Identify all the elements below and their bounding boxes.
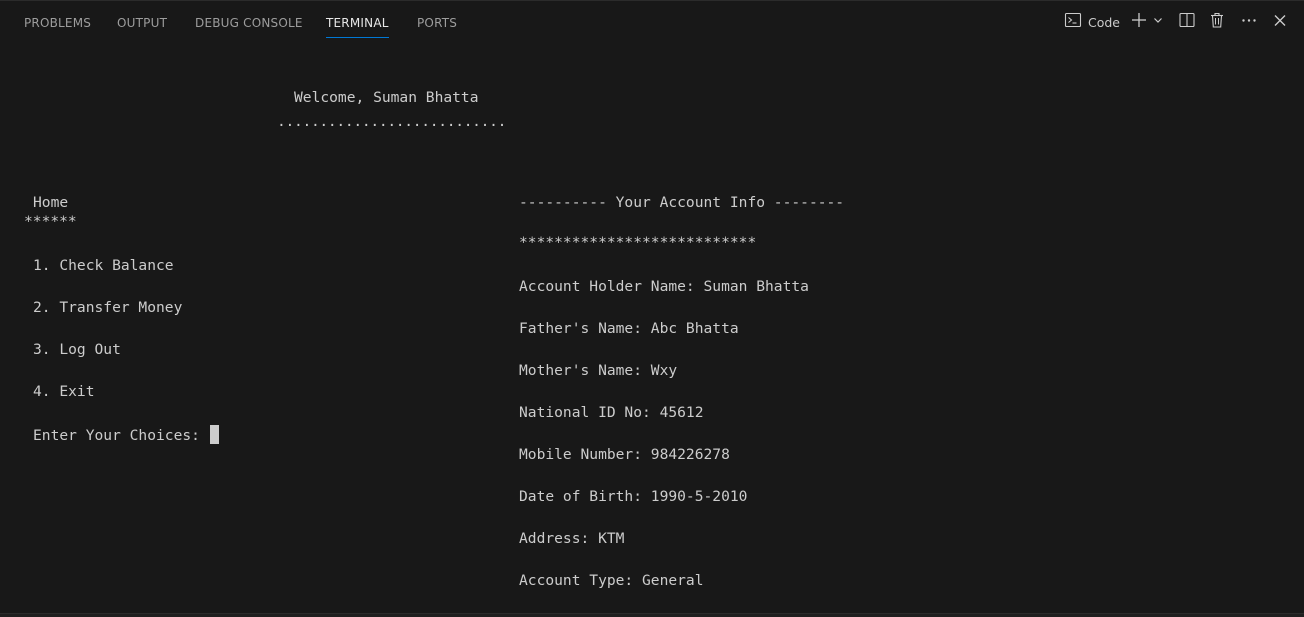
menu-item: 2. Transfer Money bbox=[33, 299, 183, 316]
plus-icon bbox=[1130, 11, 1148, 34]
terminal-toolbar: Code bbox=[0, 11, 1304, 33]
account-info-rule: *************************** bbox=[519, 234, 757, 251]
welcome-text: Welcome, Suman Bhatta bbox=[294, 89, 479, 106]
terminal-output[interactable]: Welcome, Suman Bhatta ..................… bbox=[0, 43, 1304, 615]
terminal-cursor bbox=[209, 425, 219, 444]
welcome-rule: ........................... bbox=[277, 113, 507, 130]
account-field: Mobile Number: 984226278 bbox=[519, 446, 730, 463]
menu-item: 4. Exit bbox=[33, 383, 95, 400]
chevron-down-icon bbox=[1152, 13, 1164, 31]
account-field: Address: KTM bbox=[519, 530, 625, 547]
menu-rule: ****** bbox=[24, 213, 77, 230]
account-field: Account Holder Name: Suman Bhatta bbox=[519, 278, 809, 295]
more-actions-button[interactable] bbox=[1240, 11, 1258, 33]
panel-tab-bar: PROBLEMS OUTPUT DEBUG CONSOLE TERMINAL P… bbox=[0, 1, 1304, 43]
terminal-icon bbox=[1064, 11, 1082, 34]
active-tab-indicator bbox=[326, 37, 389, 38]
account-field: Father's Name: Abc Bhatta bbox=[519, 320, 739, 337]
account-info-header: ---------- Your Account Info -------- bbox=[519, 194, 845, 211]
new-terminal-button[interactable] bbox=[1130, 11, 1148, 33]
split-icon bbox=[1178, 11, 1196, 34]
choice-prompt-line: Enter Your Choices: bbox=[33, 425, 219, 445]
panel-bottom-border bbox=[0, 613, 1304, 617]
account-field: Date of Birth: 1990-5-2010 bbox=[519, 488, 748, 505]
split-terminal-button[interactable] bbox=[1178, 11, 1196, 33]
terminal-panel: PROBLEMS OUTPUT DEBUG CONSOLE TERMINAL P… bbox=[0, 0, 1304, 617]
more-icon bbox=[1240, 11, 1258, 34]
terminal-profile-button[interactable]: Code bbox=[1064, 11, 1120, 33]
close-icon bbox=[1271, 11, 1289, 34]
account-field: Account Type: General bbox=[519, 572, 704, 589]
account-field: Mother's Name: Wxy bbox=[519, 362, 678, 379]
menu-title: Home bbox=[33, 194, 69, 211]
trash-icon bbox=[1208, 11, 1226, 34]
terminal-launch-profile-dropdown[interactable] bbox=[1152, 11, 1164, 33]
menu-item: 1. Check Balance bbox=[33, 257, 174, 274]
menu-item: 3. Log Out bbox=[33, 341, 121, 358]
terminal-profile-label: Code bbox=[1088, 14, 1121, 30]
account-field: National ID No: 45612 bbox=[519, 404, 704, 421]
choice-prompt: Enter Your Choices: bbox=[33, 427, 209, 444]
kill-terminal-button[interactable] bbox=[1208, 11, 1226, 33]
close-panel-button[interactable] bbox=[1271, 11, 1289, 33]
